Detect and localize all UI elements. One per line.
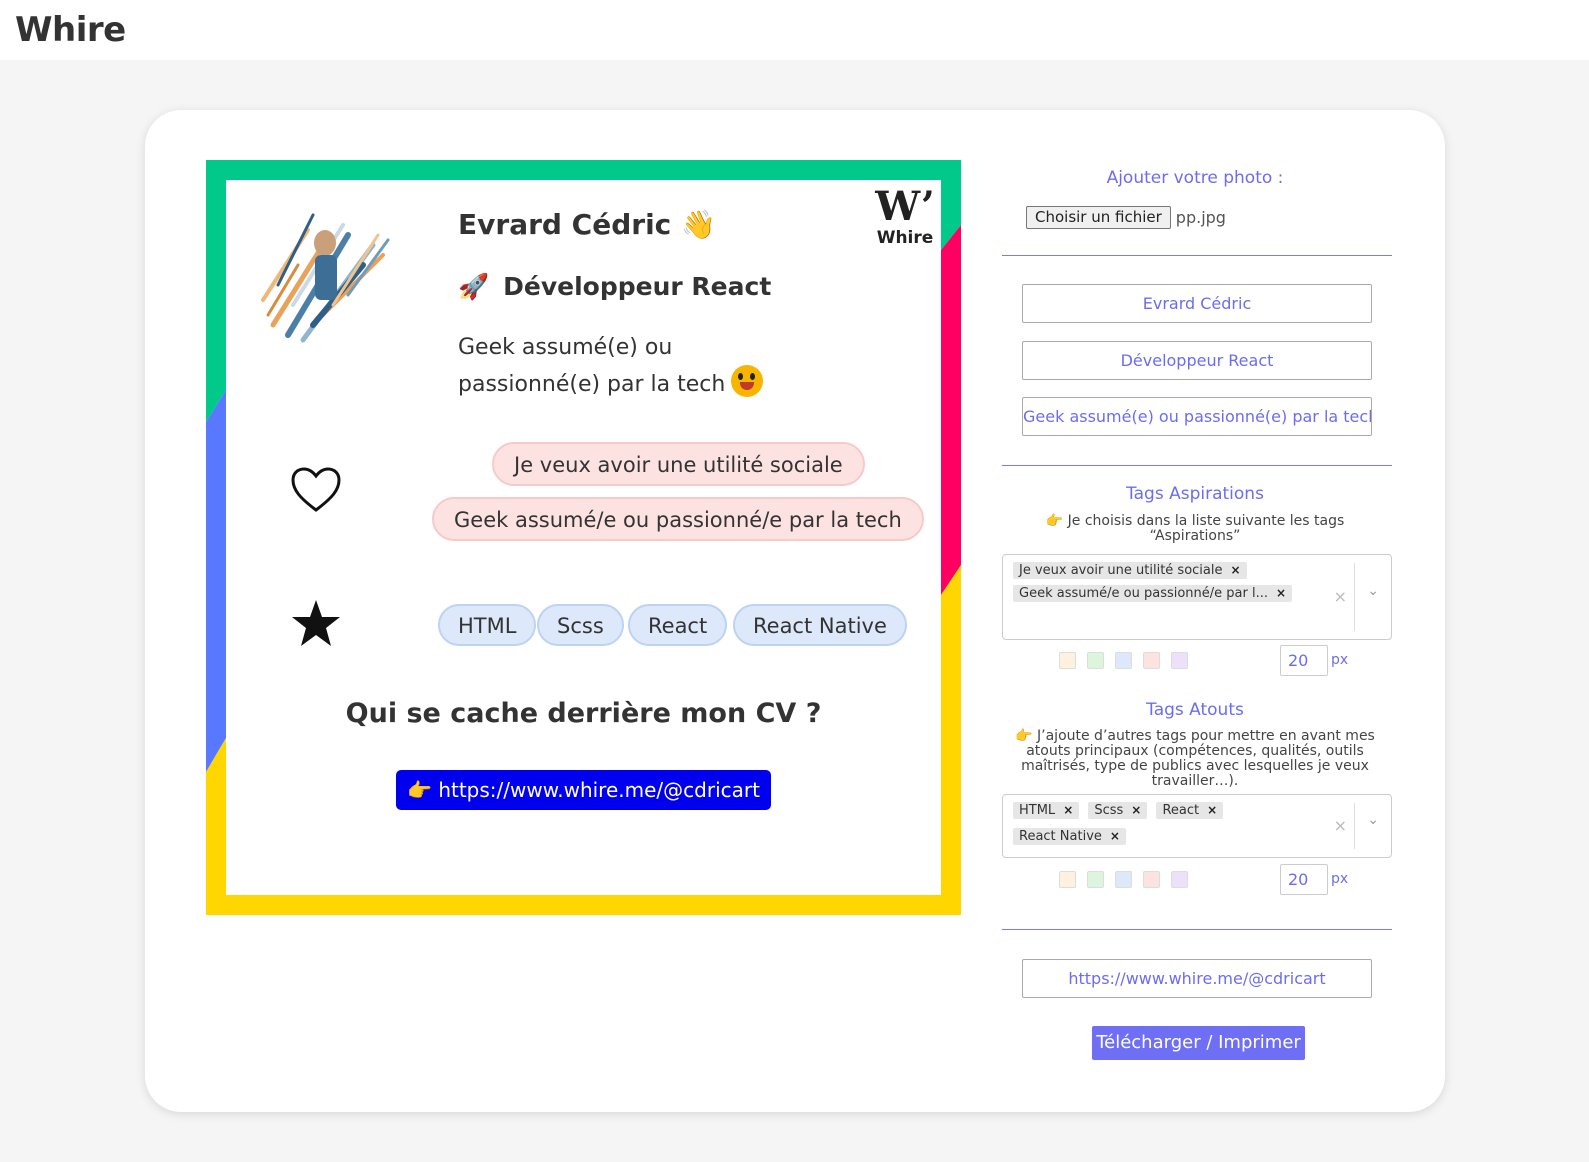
name-input[interactable]: Evrard Cédric [1022,284,1372,323]
atout-tag: React [628,604,728,646]
section-divider [1002,255,1392,256]
preview-job-text: Développeur React [503,272,772,301]
chevron-down-icon[interactable]: ⌄ [1367,583,1379,599]
profile-photo [261,213,390,343]
color-swatch-orange[interactable] [1059,871,1076,888]
atouts-multiselect[interactable]: HTML × Scss × React × React Native × × ⌄ [1002,794,1392,858]
description-input[interactable]: Geek assumé(e) ou passionné(e) par la te… [1022,397,1372,436]
remove-tag-icon[interactable]: × [1231,563,1241,577]
atouts-hint-line: maîtrisés, type de publics avec lesquell… [1021,758,1369,774]
chip-label: Je veux avoir une utilité sociale [1019,563,1223,578]
color-swatch-blue[interactable] [1115,871,1132,888]
remove-tag-icon[interactable]: × [1276,586,1286,600]
color-swatch-purple[interactable] [1171,652,1188,669]
chip-label: React [1162,803,1200,818]
profile-link-input[interactable]: https://www.whire.me/@cdricart [1022,959,1372,998]
preview-description: Geek assumé(e) ou passionné(e) par la te… [458,330,788,402]
color-swatch-green[interactable] [1087,871,1104,888]
aspirations-size-input[interactable]: 20 [1280,645,1328,676]
preview-link-text: https://www.whire.me/@cdricart [438,778,760,802]
atouts-hint-line: atouts principaux (compétences, qualités… [1026,743,1364,759]
aspirations-multiselect[interactable]: Je veux avoir une utilité sociale × Geek … [1002,554,1392,640]
select-separator [1354,803,1355,849]
remove-tag-icon[interactable]: × [1110,829,1120,843]
chip-label: Geek assumé/e ou passionné/e par l... [1019,586,1268,601]
color-swatch-red[interactable] [1143,871,1160,888]
selected-tag-chip: Geek assumé/e ou passionné/e par l... × [1013,585,1293,602]
preview-brand-logo: W’ Whire [875,183,935,249]
color-swatch-red[interactable] [1143,652,1160,669]
atouts-size-input[interactable]: 20 [1280,864,1328,895]
rocket-icon: 🚀 [458,272,490,301]
atout-tag: Scss [537,604,624,646]
job-input[interactable]: Développeur React [1022,341,1372,380]
waving-hand-icon: 👋 [681,208,717,241]
select-separator [1354,563,1355,631]
atout-tag: HTML [438,604,537,646]
pointing-hand-icon: 👉 [407,778,432,802]
selected-tag-chip: React Native × [1013,828,1126,845]
section-divider [1002,465,1392,466]
aspirations-hint-line: “Aspirations” [1149,528,1241,544]
clear-icon[interactable]: × [1334,816,1347,835]
aspirations-chips: Je veux avoir une utilité sociale × Geek … [1013,559,1313,605]
selected-tag-chip: React × [1156,802,1224,819]
file-picker: Choisir un fichier pp.jpg [1026,206,1226,229]
color-swatch-purple[interactable] [1171,871,1188,888]
selected-tag-chip: HTML × [1013,802,1080,819]
remove-tag-icon[interactable]: × [1131,803,1141,817]
brand-mark-icon: W’ [875,183,935,230]
preview-job: 🚀 Développeur React [458,272,771,302]
selected-tag-chip: Scss × [1088,802,1148,819]
chip-label: HTML [1019,803,1056,818]
file-name: pp.jpg [1175,208,1226,227]
section-divider [1002,929,1392,930]
aspirations-title: Tags Aspirations [1126,484,1264,504]
preview-name-text: Evrard Cédric [458,208,672,241]
aspiration-tag: Je veux avoir une utilité sociale [492,442,865,486]
atouts-hint-line: 👉 J’ajoute d’autres tags pour mettre en … [1015,728,1375,744]
atouts-title: Tags Atouts [1146,700,1244,720]
remove-tag-icon[interactable]: × [1063,803,1073,817]
preview-description-text: Geek assumé(e) ou passionné(e) par la te… [458,335,726,397]
preview-name: Evrard Cédric 👋 [458,208,716,241]
aspirations-hint-line: 👉 Je choisis dans la liste suivante les … [1045,513,1345,529]
color-swatch-blue[interactable] [1115,652,1132,669]
atouts-hint-line: travailler…). [1151,773,1239,789]
top-bar: Whire [0,0,1589,60]
aspiration-tag: Geek assumé/e ou passionné/e par la tech [432,497,924,541]
heart-icon [291,467,341,512]
star-icon [292,600,340,646]
preview-profile-link[interactable]: 👉 https://www.whire.me/@cdricart [396,770,771,810]
remove-tag-icon[interactable]: × [1207,803,1217,817]
photo-label: Ajouter votre photo : [1106,168,1284,188]
clear-icon[interactable]: × [1334,587,1347,606]
app-logo[interactable]: Whire [15,10,126,50]
chip-label: React Native [1019,829,1102,844]
grinning-face-icon [731,365,764,397]
color-swatch-orange[interactable] [1059,652,1076,669]
px-unit-label: px [1331,652,1349,668]
selected-tag-chip: Je veux avoir une utilité sociale × [1013,562,1247,579]
chevron-down-icon[interactable]: ⌄ [1367,812,1379,828]
download-print-button[interactable]: Télécharger / Imprimer [1092,1026,1305,1060]
color-swatch-green[interactable] [1087,652,1104,669]
choose-file-button[interactable]: Choisir un fichier [1026,206,1171,229]
preview-question: Qui se cache derrière mon CV ? [345,698,822,729]
preview-brand-text: Whire [876,228,934,248]
atout-tag: React Native [733,604,907,646]
chip-label: Scss [1094,803,1124,818]
atouts-chips: HTML × Scss × React × React Native × [1013,799,1313,848]
px-unit-label: px [1331,871,1349,887]
